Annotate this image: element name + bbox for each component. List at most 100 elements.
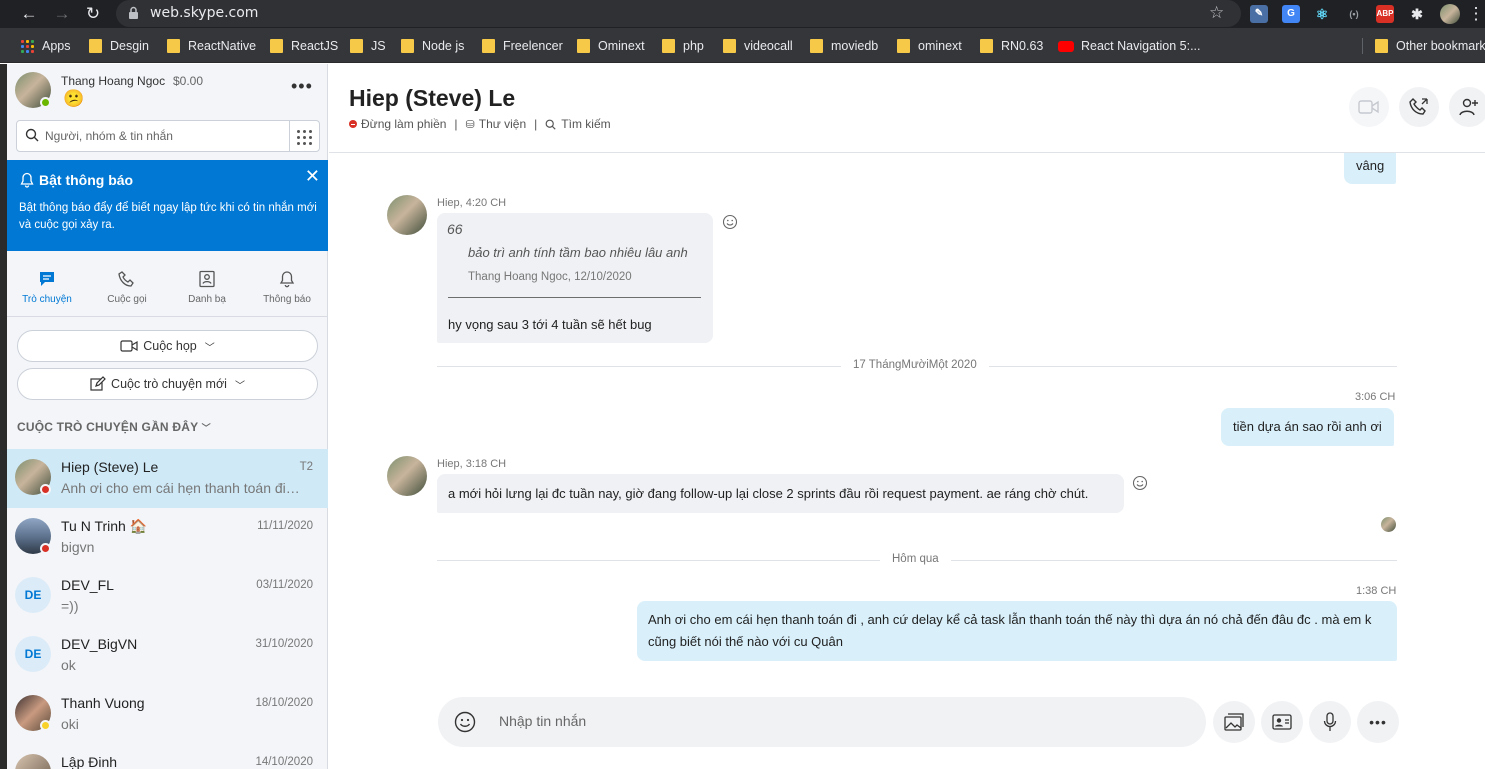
bookmark-react-navigation[interactable]: React Navigation 5:... xyxy=(1058,37,1201,55)
search-input[interactable]: Người, nhóm & tin nhắn xyxy=(45,129,173,143)
dialpad-icon[interactable] xyxy=(289,121,319,151)
video-camera-icon xyxy=(1358,100,1379,114)
profile-name[interactable]: Thang Hoang Ngoc xyxy=(61,74,165,88)
folder-icon xyxy=(270,39,283,53)
quoted-meta: Thang Hoang Ngoc, 12/10/2020 xyxy=(468,271,632,283)
share-contact-button[interactable] xyxy=(1261,701,1303,743)
bookmark-ominext-2[interactable]: ominext xyxy=(897,37,962,55)
image-icon xyxy=(1224,713,1244,731)
bookmark-star-icon[interactable]: ☆ xyxy=(1209,3,1224,23)
bookmark-other[interactable]: Other bookmarks xyxy=(1375,37,1485,55)
outgoing-message[interactable]: Anh ơi cho em cái hẹn thanh toán đi , an… xyxy=(637,601,1397,661)
bell-icon xyxy=(279,271,295,288)
url-text[interactable]: web.skype.com xyxy=(150,5,258,21)
google-translate-icon[interactable]: G xyxy=(1282,5,1300,23)
new-chat-button[interactable]: Cuộc trò chuyện mới ﹀ xyxy=(17,368,318,400)
read-receipt-avatar xyxy=(1381,517,1396,532)
incoming-message[interactable]: 66 bảo trì anh tính tầm bao nhiêu lâu an… xyxy=(437,213,713,343)
bookmark-desgin[interactable]: Desgin xyxy=(89,37,149,55)
recent-chats-header[interactable]: CUỘC TRÒ CHUYỆN GẦN ĐÂY ﹀ xyxy=(17,420,211,434)
voice-message-button[interactable] xyxy=(1309,701,1351,743)
more-options-icon[interactable]: ••• xyxy=(291,76,313,97)
video-call-button[interactable] xyxy=(1349,87,1389,127)
bookmark-label: Apps xyxy=(42,39,71,53)
message-text: hy vọng sau 3 tới 4 tuần sẽ hết bug xyxy=(448,317,652,332)
share-media-button[interactable] xyxy=(1213,701,1255,743)
message-meta: Hiep, 3:18 CH xyxy=(437,458,507,470)
gallery-link[interactable]: Thư viện xyxy=(479,117,526,131)
bookmark-freelencer[interactable]: Freelencer xyxy=(482,37,563,55)
reload-icon[interactable]: ↻ xyxy=(83,4,103,24)
tab-calls[interactable]: Cuộc gọi xyxy=(87,264,167,316)
more-options-icon: ••• xyxy=(1369,714,1387,730)
adblock-icon[interactable]: ABP xyxy=(1376,5,1394,23)
chat-title[interactable]: Hiep (Steve) Le xyxy=(349,85,515,112)
find-link[interactable]: Tìm kiếm xyxy=(561,117,610,131)
conversation-name: Tu N Trinh 🏠 xyxy=(61,518,148,534)
video-camera-icon xyxy=(120,340,138,352)
bookmark-reactjs[interactable]: ReactJS xyxy=(270,37,338,55)
message-composer[interactable]: Nhập tin nhắn xyxy=(438,697,1206,747)
status-label[interactable]: Đừng làm phiền xyxy=(361,117,446,131)
bookmark-js[interactable]: JS xyxy=(350,37,386,55)
chrome-menu-icon[interactable]: ⋮ xyxy=(1466,4,1485,24)
bookmark-nodejs[interactable]: Node js xyxy=(401,37,464,55)
folder-icon xyxy=(1375,39,1388,53)
search-box[interactable]: Người, nhóm & tin nhắn xyxy=(16,120,320,152)
tab-notifications[interactable]: Thông báo xyxy=(247,264,327,316)
outgoing-message[interactable]: vâng xyxy=(1344,153,1397,184)
conversation-item[interactable]: Hiep (Steve) Le Anh ơi cho em cái hẹn th… xyxy=(7,449,328,508)
bookmark-label: Ominext xyxy=(598,39,645,53)
emoji-icon[interactable] xyxy=(454,711,476,733)
meeting-button[interactable]: Cuộc họp ﹀ xyxy=(17,330,318,362)
close-icon[interactable]: ✕ xyxy=(305,166,320,187)
conversation-item[interactable]: Thanh Vuong oki 18/10/2020 xyxy=(7,685,328,744)
tab-contacts[interactable]: Danh bạ xyxy=(167,264,247,316)
conversation-time: 03/11/2020 xyxy=(256,579,313,591)
add-participant-button[interactable] xyxy=(1449,87,1485,127)
window-edge xyxy=(0,64,7,769)
header-divider xyxy=(329,152,1485,153)
add-reaction-icon[interactable] xyxy=(722,214,738,230)
tab-label: Thông báo xyxy=(263,294,311,305)
extensions-puzzle-icon[interactable]: ✱ xyxy=(1408,5,1426,23)
conversation-item[interactable]: Lập Đinh 14/10/2020 xyxy=(7,744,328,769)
forward-icon[interactable]: → xyxy=(52,4,72,24)
presence-away-icon xyxy=(40,720,51,731)
main-tabs: Trò chuyện Cuộc gọi Danh bạ Thông báo xyxy=(7,264,328,316)
conversation-item[interactable]: DE DEV_FL =)) 03/11/2020 xyxy=(7,567,328,626)
skype-credit[interactable]: $0.00 xyxy=(173,74,203,88)
bookmark-rn063[interactable]: RN0.63 xyxy=(980,37,1043,55)
tab-chats[interactable]: Trò chuyện xyxy=(7,264,87,316)
audio-call-button[interactable] xyxy=(1399,87,1439,127)
chat-icon xyxy=(40,272,54,286)
sender-avatar[interactable] xyxy=(387,195,427,235)
sender-avatar[interactable] xyxy=(387,456,427,496)
outgoing-message[interactable]: tiền dựa án sao rồi anh ơi xyxy=(1221,408,1394,446)
incoming-message[interactable]: a mới hỏi lưng lại đc tuần nay, giờ đang… xyxy=(437,474,1124,513)
bookmark-moviedb[interactable]: moviedb xyxy=(810,37,878,55)
bookmark-php[interactable]: php xyxy=(662,37,704,55)
mood-emoji-icon[interactable]: 😕 xyxy=(63,89,84,109)
folder-icon xyxy=(577,39,590,53)
do-not-disturb-icon xyxy=(349,120,357,128)
folder-icon xyxy=(482,39,495,53)
bookmark-label: php xyxy=(683,39,704,53)
extension-pen-icon[interactable]: ✎ xyxy=(1250,5,1268,23)
react-devtools-icon[interactable]: ⚛ xyxy=(1313,5,1331,23)
bookmark-reactnative[interactable]: ReactNative xyxy=(167,37,256,55)
conversation-item[interactable]: Tu N Trinh 🏠 bigvn 11/11/2020 xyxy=(7,508,328,567)
back-icon[interactable]: ← xyxy=(19,4,39,24)
bookmark-label: Desgin xyxy=(110,39,149,53)
bookmark-apps[interactable]: Apps xyxy=(21,37,71,55)
notification-banner: Bật thông báo ✕ Bật thông báo đẩy để biế… xyxy=(7,160,328,251)
bookmark-ominext[interactable]: Ominext xyxy=(577,37,645,55)
redux-icon[interactable]: (•) xyxy=(1345,5,1363,23)
message-input[interactable]: Nhập tin nhắn xyxy=(499,713,586,729)
more-options-button[interactable]: ••• xyxy=(1357,701,1399,743)
add-reaction-icon[interactable] xyxy=(1132,475,1148,491)
conversation-item[interactable]: DE DEV_BigVN ok 31/10/2020 xyxy=(7,626,328,685)
chrome-profile-avatar[interactable] xyxy=(1440,4,1460,24)
address-bar[interactable] xyxy=(116,0,1241,27)
bookmark-videocall[interactable]: videocall xyxy=(723,37,793,55)
